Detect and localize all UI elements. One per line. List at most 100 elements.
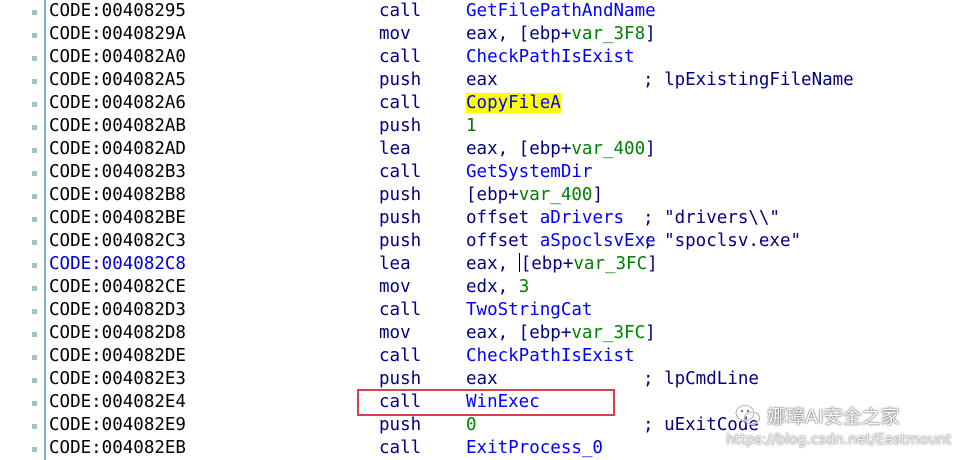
row-mnemonic[interactable]: call bbox=[379, 161, 421, 184]
listing-row[interactable]: CODE:004082E3 push eax ; lpCmdLine bbox=[0, 368, 963, 391]
listing-row[interactable]: CODE:004082B3 call GetSystemDir bbox=[0, 161, 963, 184]
row-address[interactable]: CODE:004082D3 bbox=[49, 299, 186, 322]
row-address[interactable]: CODE:004082E4 bbox=[49, 391, 186, 414]
row-mnemonic[interactable]: call bbox=[379, 299, 421, 322]
row-operands[interactable]: 1 bbox=[466, 115, 477, 138]
row-operands[interactable]: GetFilePathAndName bbox=[466, 0, 656, 23]
row-mnemonic[interactable]: mov bbox=[379, 276, 411, 299]
row-operands[interactable]: eax, [ebp+var_3FC] bbox=[466, 322, 656, 345]
row-operands[interactable]: edx, 3 bbox=[466, 276, 529, 299]
listing-row[interactable]: CODE:004082AB push 1 bbox=[0, 115, 963, 138]
row-operands[interactable]: GetSystemDir bbox=[466, 161, 592, 184]
row-comment: ; lpCmdLine bbox=[643, 369, 759, 389]
row-operands[interactable]: eax, [ebp+var_3F8] bbox=[466, 23, 656, 46]
listing-row[interactable]: CODE:004082A5 push eax ; lpExistingFileName bbox=[0, 69, 963, 92]
operand-token[interactable]: GetSystemDir bbox=[466, 162, 592, 182]
operand-token[interactable]: CheckPathIsExist bbox=[466, 47, 635, 67]
operand-token: [ebp+ bbox=[466, 185, 519, 205]
row-mnemonic[interactable]: call bbox=[379, 345, 421, 368]
row-operands[interactable]: offset aSpoclsvExe bbox=[466, 230, 656, 253]
row-address[interactable]: CODE:004082C8 bbox=[49, 253, 186, 276]
operand-token[interactable]: var_400 bbox=[519, 185, 593, 205]
row-address[interactable]: CODE:004082EB bbox=[49, 437, 186, 460]
listing-row[interactable]: CODE:004082C3 push offset aSpoclsvExe; "sp… bbox=[0, 230, 963, 253]
listing-row[interactable]: CODE:004082DE call CheckPathIsExist bbox=[0, 345, 963, 368]
listing-row[interactable]: CODE:004082C8 lea eax, [ebp+var_3FC] bbox=[0, 253, 963, 276]
row-operands[interactable]: CopyFileA bbox=[466, 92, 561, 115]
listing-row[interactable]: CODE:004082D3 call TwoStringCat bbox=[0, 299, 963, 322]
operand-token[interactable]: aDrivers bbox=[540, 208, 624, 228]
row-address[interactable]: CODE:0040829A bbox=[49, 23, 186, 46]
listing-row[interactable]: CODE:0040829A mov eax, [ebp+var_3F8] bbox=[0, 23, 963, 46]
operand-token[interactable]: ExitProcess_0 bbox=[466, 438, 603, 458]
listing-row[interactable]: CODE:004082A6 call CopyFileA bbox=[0, 92, 963, 115]
operand-token: ] bbox=[645, 24, 656, 44]
row-address[interactable]: CODE:004082B3 bbox=[49, 161, 186, 184]
listing-row[interactable]: CODE:00408295 call GetFilePathAndName bbox=[0, 0, 963, 23]
row-address[interactable]: CODE:004082AD bbox=[49, 138, 186, 161]
operand-token[interactable]: var_3FC bbox=[573, 254, 647, 274]
row-operands[interactable]: eax bbox=[466, 69, 498, 92]
row-mnemonic[interactable]: mov bbox=[379, 322, 411, 345]
row-operands[interactable]: TwoStringCat bbox=[466, 299, 592, 322]
row-operands[interactable]: eax, [ebp+var_3FC] bbox=[466, 253, 658, 276]
row-mnemonic[interactable]: push bbox=[379, 115, 421, 138]
listing-row[interactable]: CODE:004082B8 push [ebp+var_400] bbox=[0, 184, 963, 207]
row-address[interactable]: CODE:00408295 bbox=[49, 0, 186, 23]
row-operands[interactable]: eax bbox=[466, 368, 498, 391]
row-address[interactable]: CODE:004082DE bbox=[49, 345, 186, 368]
row-mnemonic[interactable]: mov bbox=[379, 23, 411, 46]
listing-row[interactable]: CODE:004082A0 call CheckPathIsExist bbox=[0, 46, 963, 69]
row-operands[interactable]: [ebp+var_400] bbox=[466, 184, 603, 207]
operand-token: 0 bbox=[466, 415, 477, 435]
row-operands[interactable]: CheckPathIsExist bbox=[466, 46, 635, 69]
operand-token: eax bbox=[466, 369, 498, 389]
operand-token[interactable]: var_400 bbox=[571, 139, 645, 159]
operand-token: eax, [ebp+ bbox=[466, 323, 572, 343]
row-operands[interactable]: offset aDrivers bbox=[466, 207, 624, 230]
row-address[interactable]: CODE:004082A5 bbox=[49, 69, 186, 92]
row-address[interactable]: CODE:004082CE bbox=[49, 276, 186, 299]
operand-token[interactable]: CheckPathIsExist bbox=[466, 346, 635, 366]
row-address[interactable]: CODE:004082E3 bbox=[49, 368, 186, 391]
row-mnemonic[interactable]: push bbox=[379, 69, 421, 92]
listing-row[interactable]: CODE:004082D8 mov eax, [ebp+var_3FC] bbox=[0, 322, 963, 345]
listing-row[interactable]: CODE:004082CE mov edx, 3 bbox=[0, 276, 963, 299]
row-mnemonic[interactable]: push bbox=[379, 368, 421, 391]
operand-token[interactable]: GetFilePathAndName bbox=[466, 1, 656, 21]
winexec-highlight-box bbox=[357, 389, 615, 416]
row-address[interactable]: CODE:004082C3 bbox=[49, 230, 186, 253]
operand-token[interactable]: var_3F8 bbox=[571, 24, 645, 44]
row-marker-dot bbox=[32, 194, 37, 199]
row-mnemonic[interactable]: call bbox=[379, 92, 421, 115]
row-operands[interactable]: ExitProcess_0 bbox=[466, 437, 603, 460]
row-mnemonic[interactable]: push bbox=[379, 184, 421, 207]
row-operands[interactable]: eax, [ebp+var_400] bbox=[466, 138, 656, 161]
row-operands[interactable]: CheckPathIsExist bbox=[466, 345, 635, 368]
row-mnemonic[interactable]: push bbox=[379, 230, 421, 253]
row-mnemonic[interactable]: push bbox=[379, 207, 421, 230]
row-mnemonic[interactable]: call bbox=[379, 46, 421, 69]
row-address[interactable]: CODE:004082E9 bbox=[49, 414, 186, 437]
operand-token[interactable]: var_3FC bbox=[571, 323, 645, 343]
row-mnemonic[interactable]: call bbox=[379, 437, 421, 460]
operand-token[interactable]: aSpoclsvExe bbox=[540, 231, 656, 251]
row-operands[interactable]: 0 bbox=[466, 414, 477, 437]
operand-token: offset bbox=[466, 231, 540, 251]
row-address[interactable]: CODE:004082A0 bbox=[49, 46, 186, 69]
listing-row[interactable]: CODE:004082BE push offset aDrivers ; "drive… bbox=[0, 207, 963, 230]
operand-token[interactable]: TwoStringCat bbox=[466, 300, 592, 320]
row-address[interactable]: CODE:004082A6 bbox=[49, 92, 186, 115]
row-address[interactable]: CODE:004082B8 bbox=[49, 184, 186, 207]
row-mnemonic[interactable]: lea bbox=[379, 138, 411, 161]
row-address[interactable]: CODE:004082BE bbox=[49, 207, 186, 230]
listing-row[interactable]: CODE:004082AD lea eax, [ebp+var_400] bbox=[0, 138, 963, 161]
row-address[interactable]: CODE:004082D8 bbox=[49, 322, 186, 345]
row-mnemonic[interactable]: push bbox=[379, 414, 421, 437]
row-address[interactable]: CODE:004082AB bbox=[49, 115, 186, 138]
row-comment: ; "spoclsv.exe" bbox=[643, 231, 802, 251]
row-mnemonic[interactable]: lea bbox=[379, 253, 411, 276]
row-marker-dot bbox=[32, 79, 37, 84]
row-mnemonic[interactable]: call bbox=[379, 0, 421, 23]
highlighted-symbol[interactable]: CopyFileA bbox=[466, 93, 561, 113]
